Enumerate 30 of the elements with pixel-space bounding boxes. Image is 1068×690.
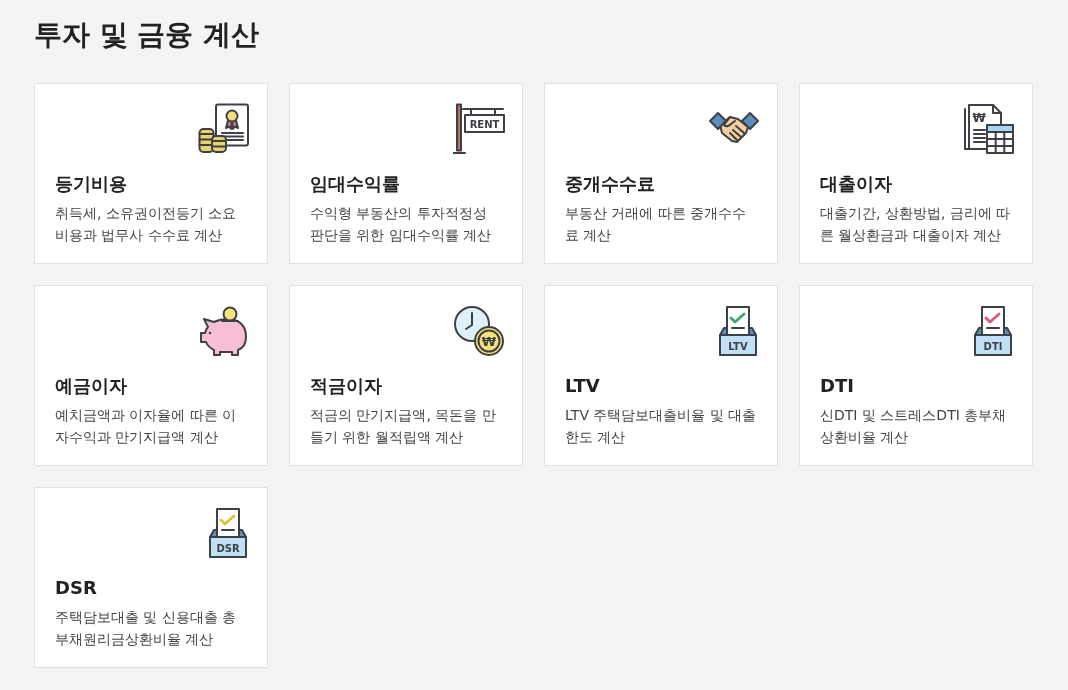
card-title: 임대수익률 — [310, 172, 401, 196]
card-title: 예금이자 — [55, 374, 128, 398]
card-description: 신DTI 및 스트레스DTI 총부채상환비율 계산 — [820, 406, 1008, 447]
page-title: 투자 및 금융 계산 — [34, 17, 261, 53]
calculator-card[interactable]: DTI DTI 신DTI 및 스트레스DTI 총부채상환비율 계산 — [799, 285, 1033, 466]
card-title: 등기비용 — [55, 172, 128, 196]
card-description: LTV 주택담보대출비율 및 대출한도 계산 — [565, 406, 758, 447]
calculator-card[interactable]: ₩ 대출이자 대출기간, 상환방법, 금리에 따른 월상환금과 대출이자 계산 — [799, 83, 1033, 264]
piggy-bank-icon — [198, 305, 250, 357]
calculator-card[interactable]: ₩ 적금이자 적금의 만기지급액, 목돈을 만들기 위한 월적립액 계산 — [289, 285, 523, 466]
calculator-card[interactable]: 등기비용 취득세, 소유권이전등기 소요비용과 법무사 수수료 계산 — [34, 83, 268, 264]
calculator-card[interactable]: RENT 임대수익률 수익형 부동산의 투자적정성 판단을 위한 임대수익률 계산 — [289, 83, 523, 264]
card-description: 취득세, 소유권이전등기 소요비용과 법무사 수수료 계산 — [55, 204, 238, 245]
card-description: 수익형 부동산의 투자적정성 판단을 위한 임대수익률 계산 — [310, 204, 493, 245]
calculator-card[interactable]: 예금이자 예치금액과 이자율에 따른 이자수익과 만기지급액 계산 — [34, 285, 268, 466]
card-title: LTV — [565, 374, 601, 398]
certificate-coins-icon — [198, 103, 250, 155]
calculator-card[interactable]: 중개수수료 부동산 거래에 따른 중개수수료 계산 — [544, 83, 778, 264]
card-description: 부동산 거래에 따른 중개수수료 계산 — [565, 204, 748, 245]
card-title: DSR — [55, 576, 98, 600]
calculator-card[interactable]: LTV LTV LTV 주택담보대출비율 및 대출한도 계산 — [544, 285, 778, 466]
card-description: 대출기간, 상환방법, 금리에 따른 월상환금과 대출이자 계산 — [820, 204, 1012, 245]
card-title: 대출이자 — [820, 172, 893, 196]
card-description: 적금의 만기지급액, 목돈을 만들기 위한 월적립액 계산 — [310, 406, 497, 447]
card-description: 주택담보대출 및 신용대출 총부채원리금상환비율 계산 — [55, 608, 238, 649]
card-description: 예치금액과 이자율에 따른 이자수익과 만기지급액 계산 — [55, 406, 238, 447]
card-title: DTI — [820, 374, 855, 398]
calculator-card[interactable]: DSR DSR 주택담보대출 및 신용대출 총부채원리금상환비율 계산 — [34, 487, 268, 668]
card-title: 적금이자 — [310, 374, 383, 398]
card-title: 중개수수료 — [565, 172, 656, 196]
